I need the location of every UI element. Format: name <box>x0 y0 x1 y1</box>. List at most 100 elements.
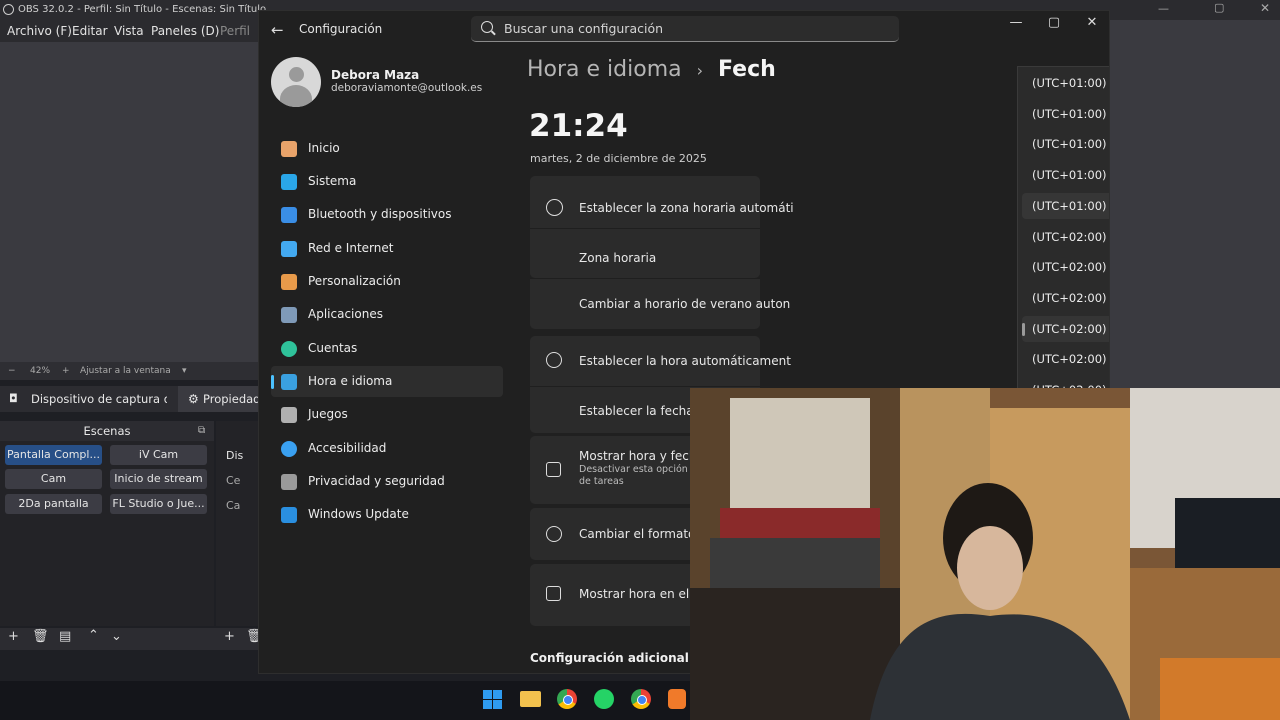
minimize-icon[interactable]: — <box>997 13 1035 33</box>
obs-maximize-icon[interactable]: ▢ <box>1214 1 1224 14</box>
timezone-option[interactable]: (UTC+01:00) Sarajevo, Skopie, Varsovia, … <box>1022 192 1109 219</box>
properties-button[interactable]: ⚙ Propiedad <box>178 386 261 412</box>
timezone-option[interactable]: (UTC+02:00) Chisinau <box>1022 285 1109 311</box>
obs-preview-right <box>1110 20 1280 388</box>
obs-close-icon[interactable]: ✕ <box>1260 1 1270 15</box>
timezone-option[interactable]: (UTC+01:00) África Central Occidental <box>1022 70 1109 96</box>
auto-timezone-label: Establecer la zona horaria automáti <box>579 201 794 215</box>
breadcrumb-parent[interactable]: Hora e idioma <box>527 57 682 82</box>
source-item[interactable]: Ca <box>226 499 240 512</box>
search-input[interactable]: Buscar una configuración <box>504 21 663 36</box>
sidebar-item[interactable]: Personalización <box>271 266 503 297</box>
source-name: Dispositivo de captura de v <box>31 392 167 406</box>
webcam-feed <box>690 388 1280 720</box>
up-icon[interactable]: ⌃ <box>88 628 99 643</box>
zoom-out-icon[interactable]: − <box>8 362 16 380</box>
sidebar-item[interactable]: Inicio <box>271 133 503 164</box>
scene-button[interactable]: Pantalla Compl... <box>5 445 102 465</box>
breadcrumb-current: Fech <box>718 57 776 82</box>
avatar[interactable] <box>271 57 321 107</box>
breadcrumb-separator: › <box>696 61 704 80</box>
scene-button[interactable]: Cam <box>5 469 102 489</box>
additional-settings-title: Configuración adicional <box>530 651 689 665</box>
timezone-option-label: (UTC+01:00) Amsterdam, Berlín, Berna, Ro… <box>1032 106 1109 121</box>
obs-menu-file[interactable]: Archivo (F) <box>7 20 72 42</box>
sidebar-item[interactable]: Red e Internet <box>271 233 503 264</box>
timezone-dropdown[interactable]: (UTC+01:00) África Central Occidental (UT… <box>1017 66 1109 399</box>
undock-icon[interactable]: ⧉ <box>198 421 205 441</box>
zoom-in-icon[interactable]: + <box>62 362 70 380</box>
obs-menu-profile[interactable]: Perfil <box>220 20 250 42</box>
obs-scenes-toolbar: + 🗑 ▤ ⌃ ⌄ + 🗑 <box>0 628 263 650</box>
sidebar-item-label: Red e Internet <box>308 241 394 255</box>
whatsapp-icon[interactable] <box>594 689 614 709</box>
obs-preview[interactable] <box>0 42 258 362</box>
back-arrow-icon[interactable]: ← <box>271 21 284 39</box>
obs-menu-edit[interactable]: Editar <box>72 20 108 42</box>
source-item[interactable]: Dis <box>226 449 243 462</box>
breadcrumb: Hora e idioma › Fech <box>527 57 776 82</box>
timezone-option[interactable]: (UTC+02:00) Gaza, Hebrón <box>1022 346 1109 372</box>
sidebar-item[interactable]: Accesibilidad <box>271 433 503 464</box>
sidebar-item[interactable]: Hora e idioma <box>271 366 503 397</box>
properties-label: Propiedad <box>203 392 261 406</box>
sidebar-item[interactable]: Aplicaciones <box>271 299 503 330</box>
source-item[interactable]: Ce <box>226 474 240 487</box>
chrome-profile-icon[interactable] <box>631 689 651 709</box>
trash-icon[interactable]: 🗑 <box>32 629 49 644</box>
close-icon[interactable]: ✕ <box>1073 13 1109 33</box>
globe-clock-icon <box>546 199 563 216</box>
sidebar-item[interactable]: Privacidad y seguridad <box>271 466 503 497</box>
obs-menu-view[interactable]: Vista <box>114 20 144 42</box>
filter-icon[interactable]: ▤ <box>59 629 71 644</box>
chrome-icon[interactable] <box>557 689 577 709</box>
scene-button[interactable]: iV Cam <box>110 445 207 465</box>
sidebar-item-label: Inicio <box>308 141 340 155</box>
fl-studio-icon[interactable] <box>668 689 686 709</box>
add-icon[interactable]: + <box>8 629 19 644</box>
zoom-dropdown-icon[interactable]: ▾ <box>182 362 187 380</box>
scene-button[interactable]: Inicio de stream <box>110 469 207 489</box>
sidebar-item[interactable]: Juegos <box>271 399 503 430</box>
sidebar-item[interactable]: Bluetooth y dispositivos <box>271 199 503 230</box>
sidebar-item-label: Bluetooth y dispositivos <box>308 207 452 221</box>
timezone-option-label: (UTC+02:00) Beirut <box>1032 260 1109 275</box>
obs-menu-docks[interactable]: Paneles (D) <box>151 20 219 42</box>
add-source-icon[interactable]: + <box>224 629 235 644</box>
sidebar-item[interactable]: Windows Update <box>271 499 503 530</box>
timezone-option[interactable]: (UTC+01:00) Bruselas, Copenhague, Madrid… <box>1022 162 1109 188</box>
settings-app-title: Configuración <box>299 22 383 36</box>
gamepad-icon <box>281 407 297 423</box>
scenes-title: Escenas <box>83 424 131 438</box>
apps-icon <box>281 307 297 323</box>
timezone-option[interactable]: (UTC+01:00) Belgrado, Bratislava, Budape… <box>1022 131 1109 157</box>
zoom-mode[interactable]: Ajustar a la ventana <box>80 362 171 380</box>
timezone-option-label: (UTC+02:00) Atenas, Bucarest <box>1032 229 1109 244</box>
maximize-icon[interactable]: ▢ <box>1035 13 1073 33</box>
sidebar-item[interactable]: Cuentas <box>271 333 503 364</box>
scenes-header: Escenas ⧉ <box>0 421 214 441</box>
sidebar-item-label: Sistema <box>308 174 357 188</box>
sidebar-item[interactable]: Sistema <box>271 166 503 197</box>
obs-source-toolbar: ◘ Dispositivo de captura de v ⚙ Propieda… <box>0 386 261 412</box>
search-box[interactable]: Buscar una configuración <box>471 16 899 42</box>
obs-minimize-icon[interactable]: — <box>1158 2 1169 15</box>
brush-icon <box>281 274 297 290</box>
timezone-option[interactable]: (UTC+02:00) Atenas, Bucarest <box>1022 224 1109 250</box>
show-time-label: Mostrar hora y fecha <box>579 449 704 463</box>
wifi-icon <box>281 241 297 257</box>
scene-button[interactable]: FL Studio o Jue... <box>110 494 207 514</box>
windows-start-icon[interactable] <box>483 690 502 709</box>
timezone-option[interactable]: (UTC+01:00) Amsterdam, Berlín, Berna, Ro… <box>1022 101 1109 127</box>
timezone-option[interactable]: (UTC+02:00) El Cairo <box>1022 315 1109 342</box>
timezone-option[interactable]: (UTC+02:00) Beirut <box>1022 254 1109 280</box>
timezone-option-label: (UTC+02:00) Gaza, Hebrón <box>1032 352 1109 367</box>
shield-icon <box>281 474 297 490</box>
down-icon[interactable]: ⌄ <box>111 629 122 644</box>
home-icon <box>281 141 297 157</box>
sidebar-item-label: Accesibilidad <box>308 441 387 455</box>
scene-button[interactable]: 2Da pantalla <box>5 494 102 514</box>
divider <box>530 386 760 387</box>
sidebar-item-label: Aplicaciones <box>308 307 383 321</box>
file-explorer-icon[interactable] <box>520 691 541 707</box>
